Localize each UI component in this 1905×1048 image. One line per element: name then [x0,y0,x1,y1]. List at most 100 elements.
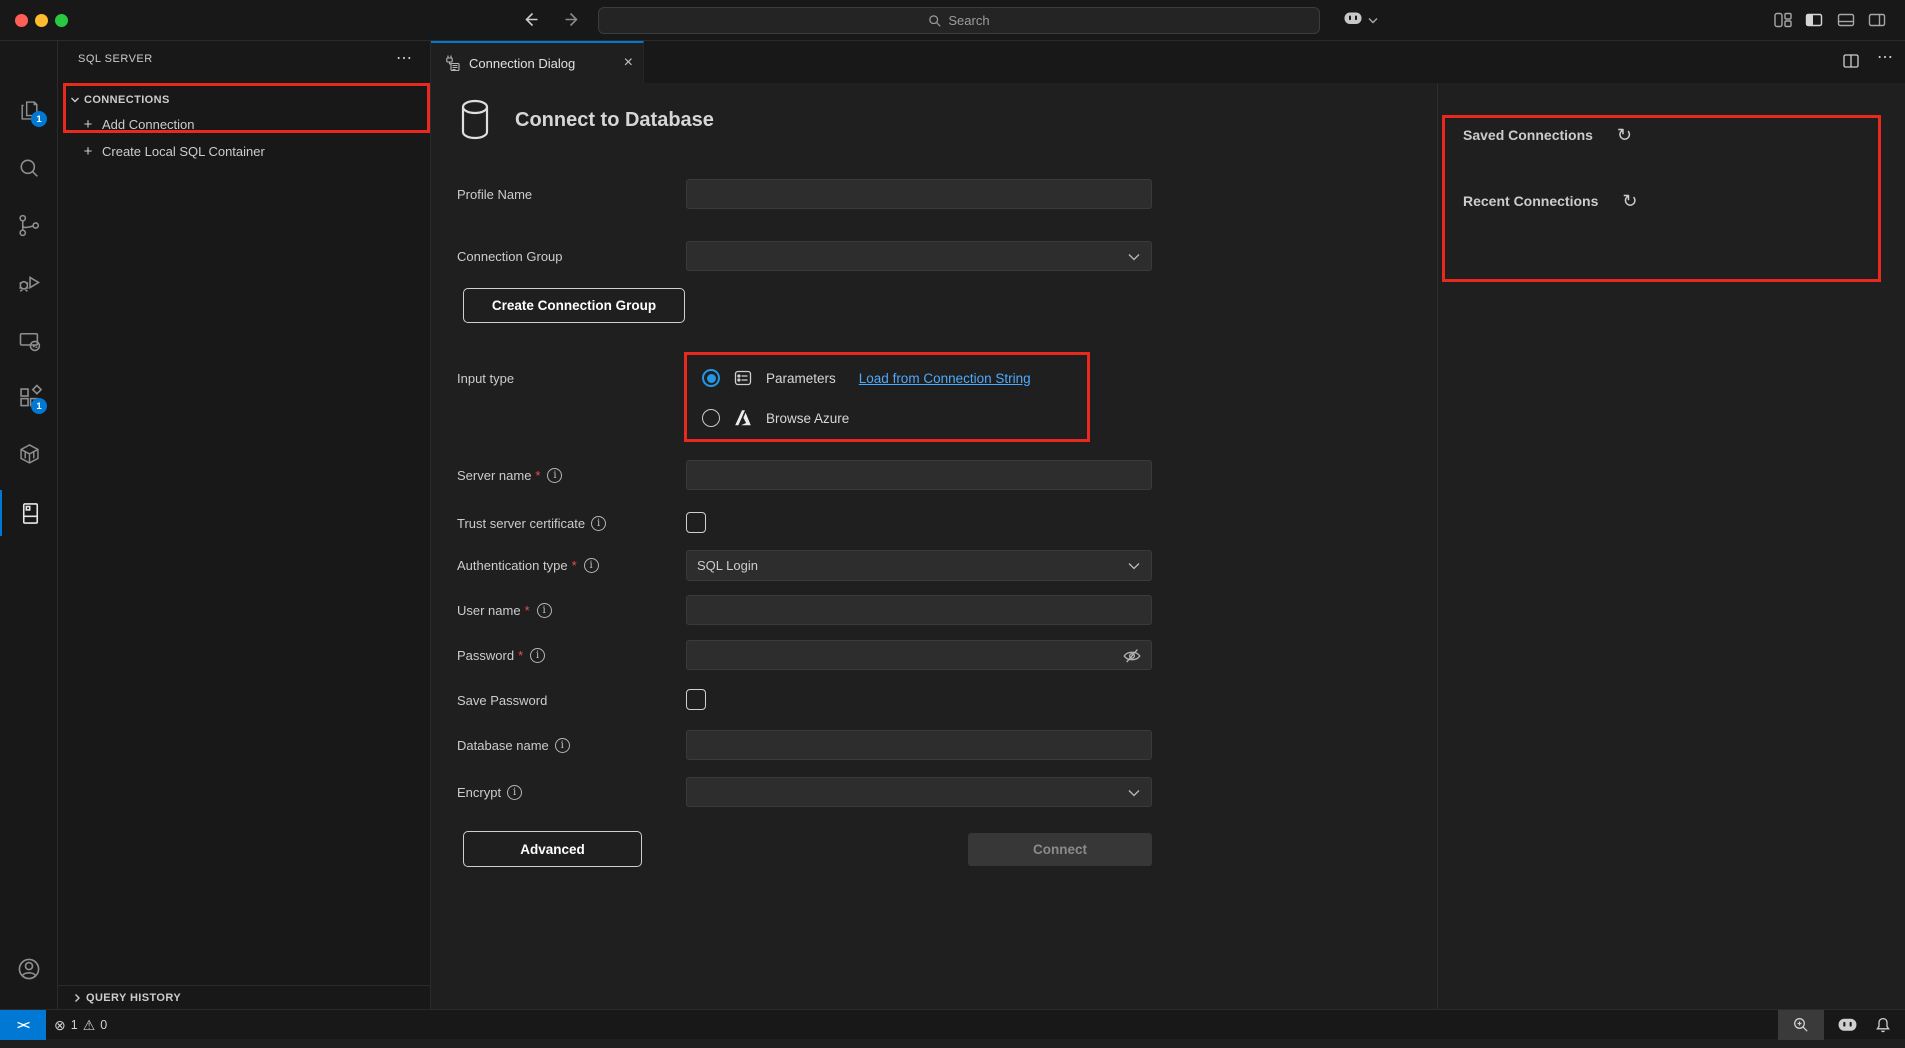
load-from-connection-string-link[interactable]: Load from Connection String [859,371,1031,386]
info-icon[interactable]: i [530,648,545,663]
remote-explorer-icon[interactable] [0,317,58,363]
sql-server-icon[interactable] [0,490,58,536]
recent-connections-title: Recent Connections [1463,193,1598,209]
chevron-right-icon [72,993,82,1003]
toggle-panel-icon[interactable] [1836,10,1856,30]
chevron-down-icon [1128,253,1140,261]
password-label: Password*i [457,640,545,670]
advanced-button[interactable]: Advanced [463,831,642,867]
forward-icon[interactable] [562,10,581,29]
encrypt-label: Encrypti [457,777,522,807]
info-icon[interactable]: i [555,738,570,753]
parameters-radio[interactable] [702,369,720,387]
status-bar: >< ⊗ 1 ⚠ 0 [0,1009,1905,1039]
connection-group-label: Connection Group [457,241,563,271]
info-icon[interactable]: i [537,603,552,618]
connection-dialog-tab-icon [443,54,461,72]
browse-azure-radio[interactable] [702,409,720,427]
tab-connection-dialog[interactable]: Connection Dialog × [431,41,644,83]
minimize-window-button[interactable] [35,14,48,27]
info-icon[interactable]: i [547,468,562,483]
chevron-down-icon [1128,789,1140,797]
password-input[interactable] [686,640,1152,670]
problems-indicator[interactable]: ⊗ 1 ⚠ 0 [54,1010,107,1040]
search-input[interactable]: Search [598,7,1320,34]
activity-bar: 1 1 [0,41,58,1009]
add-connection-item[interactable]: + Add Connection [58,111,430,138]
explorer-icon[interactable]: 1 [0,87,58,133]
profile-name-label: Profile Name [457,179,532,209]
parameters-form-icon [733,368,753,388]
tab-close-icon[interactable]: × [624,54,633,72]
containers-icon[interactable] [0,431,58,477]
copilot-icon[interactable] [1343,11,1363,26]
authentication-type-label: Authentication type*i [457,550,599,581]
info-icon[interactable]: i [591,516,606,531]
required-marker: * [518,648,523,663]
editor-more-actions-icon[interactable]: ⋯ [1877,53,1893,63]
source-control-icon[interactable] [0,202,58,248]
toggle-primary-sidebar-icon[interactable] [1804,10,1824,30]
info-icon[interactable]: i [507,785,522,800]
run-debug-icon[interactable] [0,259,58,305]
eye-off-icon[interactable] [1122,646,1142,666]
parameters-radio-row: Parameters Load from Connection String [686,360,1031,396]
explorer-badge: 1 [31,111,47,127]
browse-azure-radio-label[interactable]: Browse Azure [766,411,849,426]
sidebar-more-actions-icon[interactable]: ⋯ [396,54,412,64]
warning-count: 0 [100,1018,107,1032]
plus-icon: + [82,143,94,160]
connection-group-dropdown[interactable] [686,241,1152,271]
save-password-label: Save Password [457,687,547,713]
create-local-sql-container-item[interactable]: + Create Local SQL Container [58,138,430,165]
server-name-input[interactable] [686,460,1152,490]
notifications-bell-icon[interactable] [1866,1010,1900,1040]
refresh-icon[interactable]: ↻ [1617,126,1632,144]
zoom-window-button[interactable] [55,14,68,27]
zoom-status-icon[interactable] [1778,1010,1824,1040]
plus-icon: + [82,116,94,133]
saved-connections-title: Saved Connections [1463,127,1593,143]
accounts-icon[interactable] [0,946,58,992]
database-icon [457,97,493,143]
extensions-badge: 1 [31,398,47,414]
connections-section-header[interactable]: CONNECTIONS [58,90,430,110]
split-editor-icon[interactable] [1841,51,1861,71]
parameters-radio-label[interactable]: Parameters [766,371,836,386]
authentication-type-dropdown[interactable]: SQL Login [686,550,1152,581]
database-name-input[interactable] [686,730,1152,760]
search-placeholder: Search [948,13,989,28]
encrypt-dropdown[interactable] [686,777,1152,807]
search-view-icon[interactable] [0,145,58,191]
back-icon[interactable] [522,10,541,29]
sidebar-header: SQL SERVER ⋯ [58,41,430,77]
close-window-button[interactable] [15,14,28,27]
browse-azure-radio-row: Browse Azure [686,400,849,436]
azure-icon [733,408,753,428]
connections-browser-pane: Saved Connections ↻ Recent Connections ↻ [1437,83,1905,1009]
chevron-down-icon [70,95,80,105]
title-bar: Search [0,0,1905,41]
customize-layout-icon[interactable] [1773,10,1793,30]
info-icon[interactable]: i [584,558,599,573]
primary-sidebar: SQL SERVER ⋯ CONNECTIONS + Add Connectio… [58,41,431,1009]
error-count: 1 [71,1018,78,1032]
tab-label: Connection Dialog [469,56,616,71]
query-history-section-header[interactable]: QUERY HISTORY [58,985,430,1009]
remote-indicator[interactable]: >< [0,1010,46,1040]
extensions-icon[interactable]: 1 [0,374,58,420]
user-name-input[interactable] [686,595,1152,625]
save-password-checkbox[interactable] [686,689,706,710]
trust-server-certificate-checkbox[interactable] [686,512,706,533]
error-icon: ⊗ [54,1017,66,1034]
saved-connections-row: Saved Connections ↻ [1463,126,1632,144]
toggle-secondary-sidebar-icon[interactable] [1867,10,1887,30]
warning-icon: ⚠ [83,1017,96,1034]
create-connection-group-button[interactable]: Create Connection Group [463,288,685,323]
copilot-chevron-down-icon[interactable] [1368,17,1378,24]
profile-name-input[interactable] [686,179,1152,209]
refresh-icon[interactable]: ↻ [1622,192,1637,210]
connect-button[interactable]: Connect [968,833,1152,866]
copilot-status-icon[interactable] [1830,1010,1864,1040]
dialog-header: Connect to Database [457,97,714,143]
